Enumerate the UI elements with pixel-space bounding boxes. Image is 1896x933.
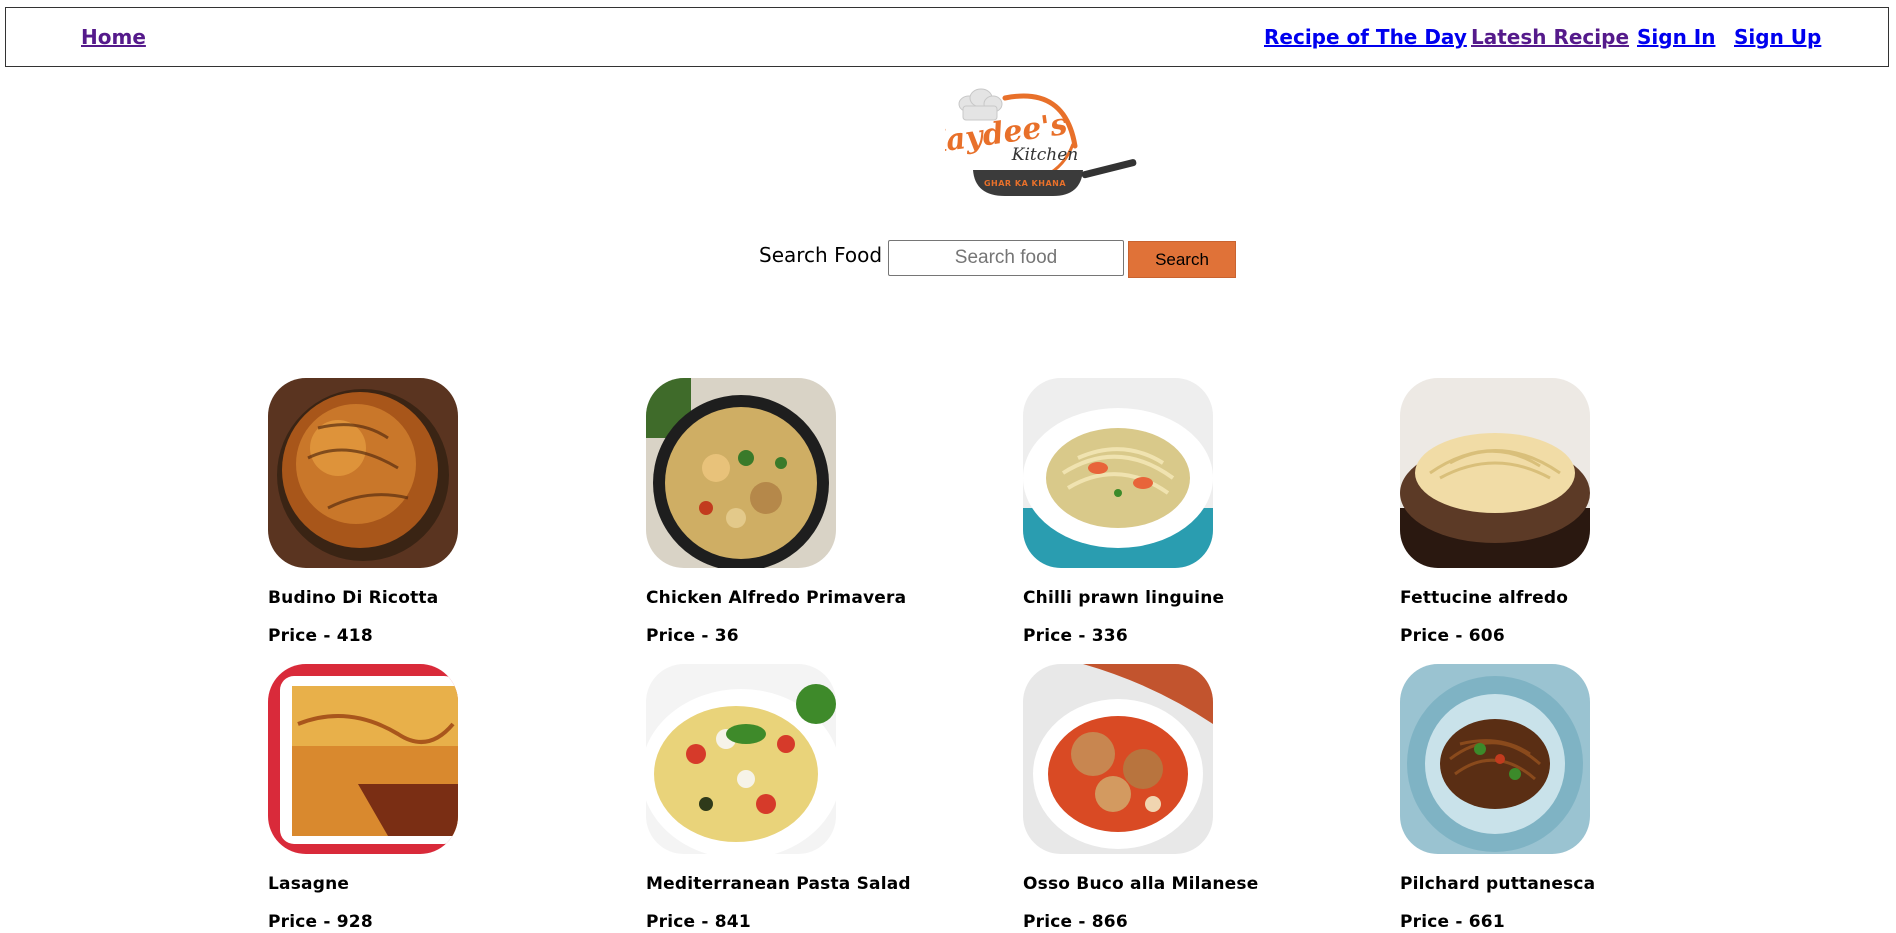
search-label: Search Food xyxy=(759,243,883,267)
nav-link-sign-in[interactable]: Sign In xyxy=(1637,27,1715,47)
food-price: Price - 418 xyxy=(268,626,373,646)
food-price: Price - 661 xyxy=(1400,912,1505,932)
food-image-osso-buco-alla-milanese[interactable] xyxy=(1023,664,1213,854)
food-image-chicken-alfredo-primavera[interactable] xyxy=(646,378,836,568)
nav-link-latest-recipe[interactable]: Latesh Recipe xyxy=(1471,27,1629,47)
svg-text:GHAR KA KHANA: GHAR KA KHANA xyxy=(984,179,1066,188)
food-image-lasagne[interactable] xyxy=(268,664,458,854)
nav-link-home[interactable]: Home xyxy=(81,27,146,47)
food-name: Mediterranean Pasta Salad xyxy=(646,874,911,894)
food-name: Chicken Alfredo Primavera xyxy=(646,588,907,608)
food-image-chilli-prawn-linguine[interactable] xyxy=(1023,378,1213,568)
food-image-mediterranean-pasta-salad[interactable] xyxy=(646,664,836,854)
food-name: Pilchard puttanesca xyxy=(1400,874,1596,894)
food-name: Osso Buco alla Milanese xyxy=(1023,874,1259,894)
search-input[interactable] xyxy=(888,240,1124,276)
food-price: Price - 928 xyxy=(268,912,373,932)
top-navbar: Home Recipe of The Day Latesh Recipe Sig… xyxy=(5,7,1889,67)
logo-image: Kaydee's Kitchen GHAR KA KHANA xyxy=(917,88,1137,196)
site-logo: Kaydee's Kitchen GHAR KA KHANA xyxy=(917,86,1140,198)
search-button[interactable]: Search xyxy=(1128,241,1236,278)
food-image-pilchard-puttanesca[interactable] xyxy=(1400,664,1590,854)
food-name: Budino Di Ricotta xyxy=(268,588,439,608)
food-price: Price - 606 xyxy=(1400,626,1505,646)
nav-link-recipe-of-the-day[interactable]: Recipe of The Day xyxy=(1264,27,1467,47)
food-price: Price - 841 xyxy=(646,912,751,932)
food-image-fettucine-alfredo[interactable] xyxy=(1400,378,1590,568)
nav-link-sign-up[interactable]: Sign Up xyxy=(1734,27,1821,47)
food-price: Price - 36 xyxy=(646,626,739,646)
food-price: Price - 866 xyxy=(1023,912,1128,932)
food-price: Price - 336 xyxy=(1023,626,1128,646)
food-name: Lasagne xyxy=(268,874,350,894)
food-image-budino-di-ricotta[interactable] xyxy=(268,378,458,568)
food-name: Chilli prawn linguine xyxy=(1023,588,1225,608)
svg-text:Kitchen: Kitchen xyxy=(1011,145,1078,165)
food-name: Fettucine alfredo xyxy=(1400,588,1569,608)
